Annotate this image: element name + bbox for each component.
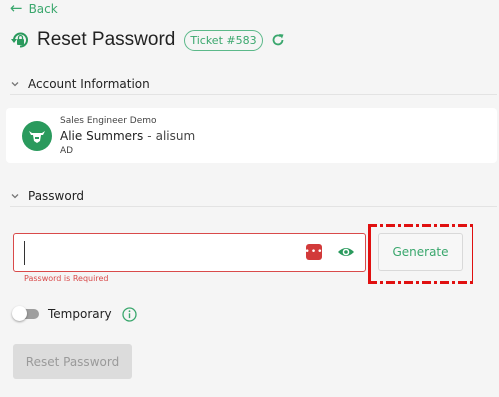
back-link[interactable]: ← Back xyxy=(10,1,58,16)
ticket-badge[interactable]: Ticket #583 xyxy=(184,29,263,51)
temporary-toggle[interactable] xyxy=(12,304,40,324)
password-input[interactable] xyxy=(24,240,294,265)
toggle-thumb xyxy=(12,306,27,321)
temporary-toggle-row: Temporary xyxy=(12,304,137,324)
account-directory: AD xyxy=(60,146,74,156)
chevron-down-icon xyxy=(11,193,19,198)
info-icon[interactable] xyxy=(122,306,137,322)
page-header: Reset Password Ticket #583 xyxy=(10,27,285,53)
eye-icon[interactable] xyxy=(337,244,355,260)
chevron-down-icon xyxy=(11,81,19,86)
name-separator: - xyxy=(147,129,152,143)
account-name-line: Alie Summers - alisum xyxy=(60,129,195,143)
back-label: Back xyxy=(28,1,58,16)
generate-button[interactable]: Generate xyxy=(378,233,463,271)
reset-password-button[interactable]: Reset Password xyxy=(13,344,132,379)
account-full-name: Alie Summers xyxy=(60,129,144,143)
account-org: Sales Engineer Demo xyxy=(60,116,157,126)
avatar-icon xyxy=(29,131,45,143)
temporary-label: Temporary xyxy=(48,307,112,321)
page-title: Reset Password xyxy=(37,29,176,50)
password-manager-icon[interactable]: ••• xyxy=(305,244,322,260)
password-section-title: Password xyxy=(28,188,85,203)
password-error: Password is Required xyxy=(24,274,109,283)
account-username: alisum xyxy=(155,129,196,143)
back-arrow-icon: ← xyxy=(10,0,23,17)
avatar xyxy=(22,121,52,151)
lock-reset-icon xyxy=(11,32,28,48)
account-card: Sales Engineer Demo Alie Summers - alisum … xyxy=(6,108,497,163)
account-info-section-header[interactable]: Account Information xyxy=(10,73,497,95)
account-info-title: Account Information xyxy=(28,76,150,91)
password-field: ••• xyxy=(13,233,366,272)
password-section-header[interactable]: Password xyxy=(10,185,497,207)
refresh-icon[interactable] xyxy=(271,33,285,47)
